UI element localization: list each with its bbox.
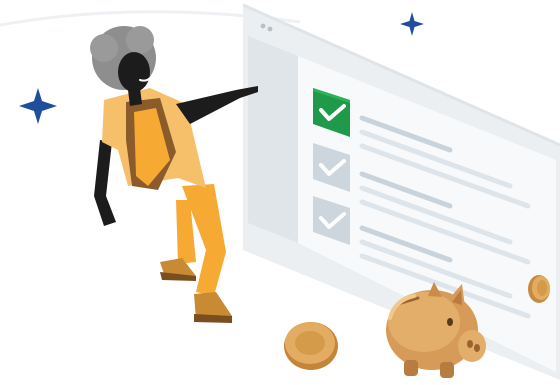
window-dot [260, 23, 266, 29]
illustration-canvas [0, 3, 560, 380]
person-figure [90, 26, 258, 323]
person-face [118, 52, 150, 92]
illustration-scene [0, 0, 560, 385]
window-dot [267, 26, 273, 32]
sparkle-icon [19, 88, 57, 124]
window-sidebar [248, 36, 298, 243]
coin-icon [528, 275, 550, 303]
sparkle-icon [400, 12, 424, 36]
coin-icon [284, 322, 338, 370]
person-arm [94, 140, 116, 226]
